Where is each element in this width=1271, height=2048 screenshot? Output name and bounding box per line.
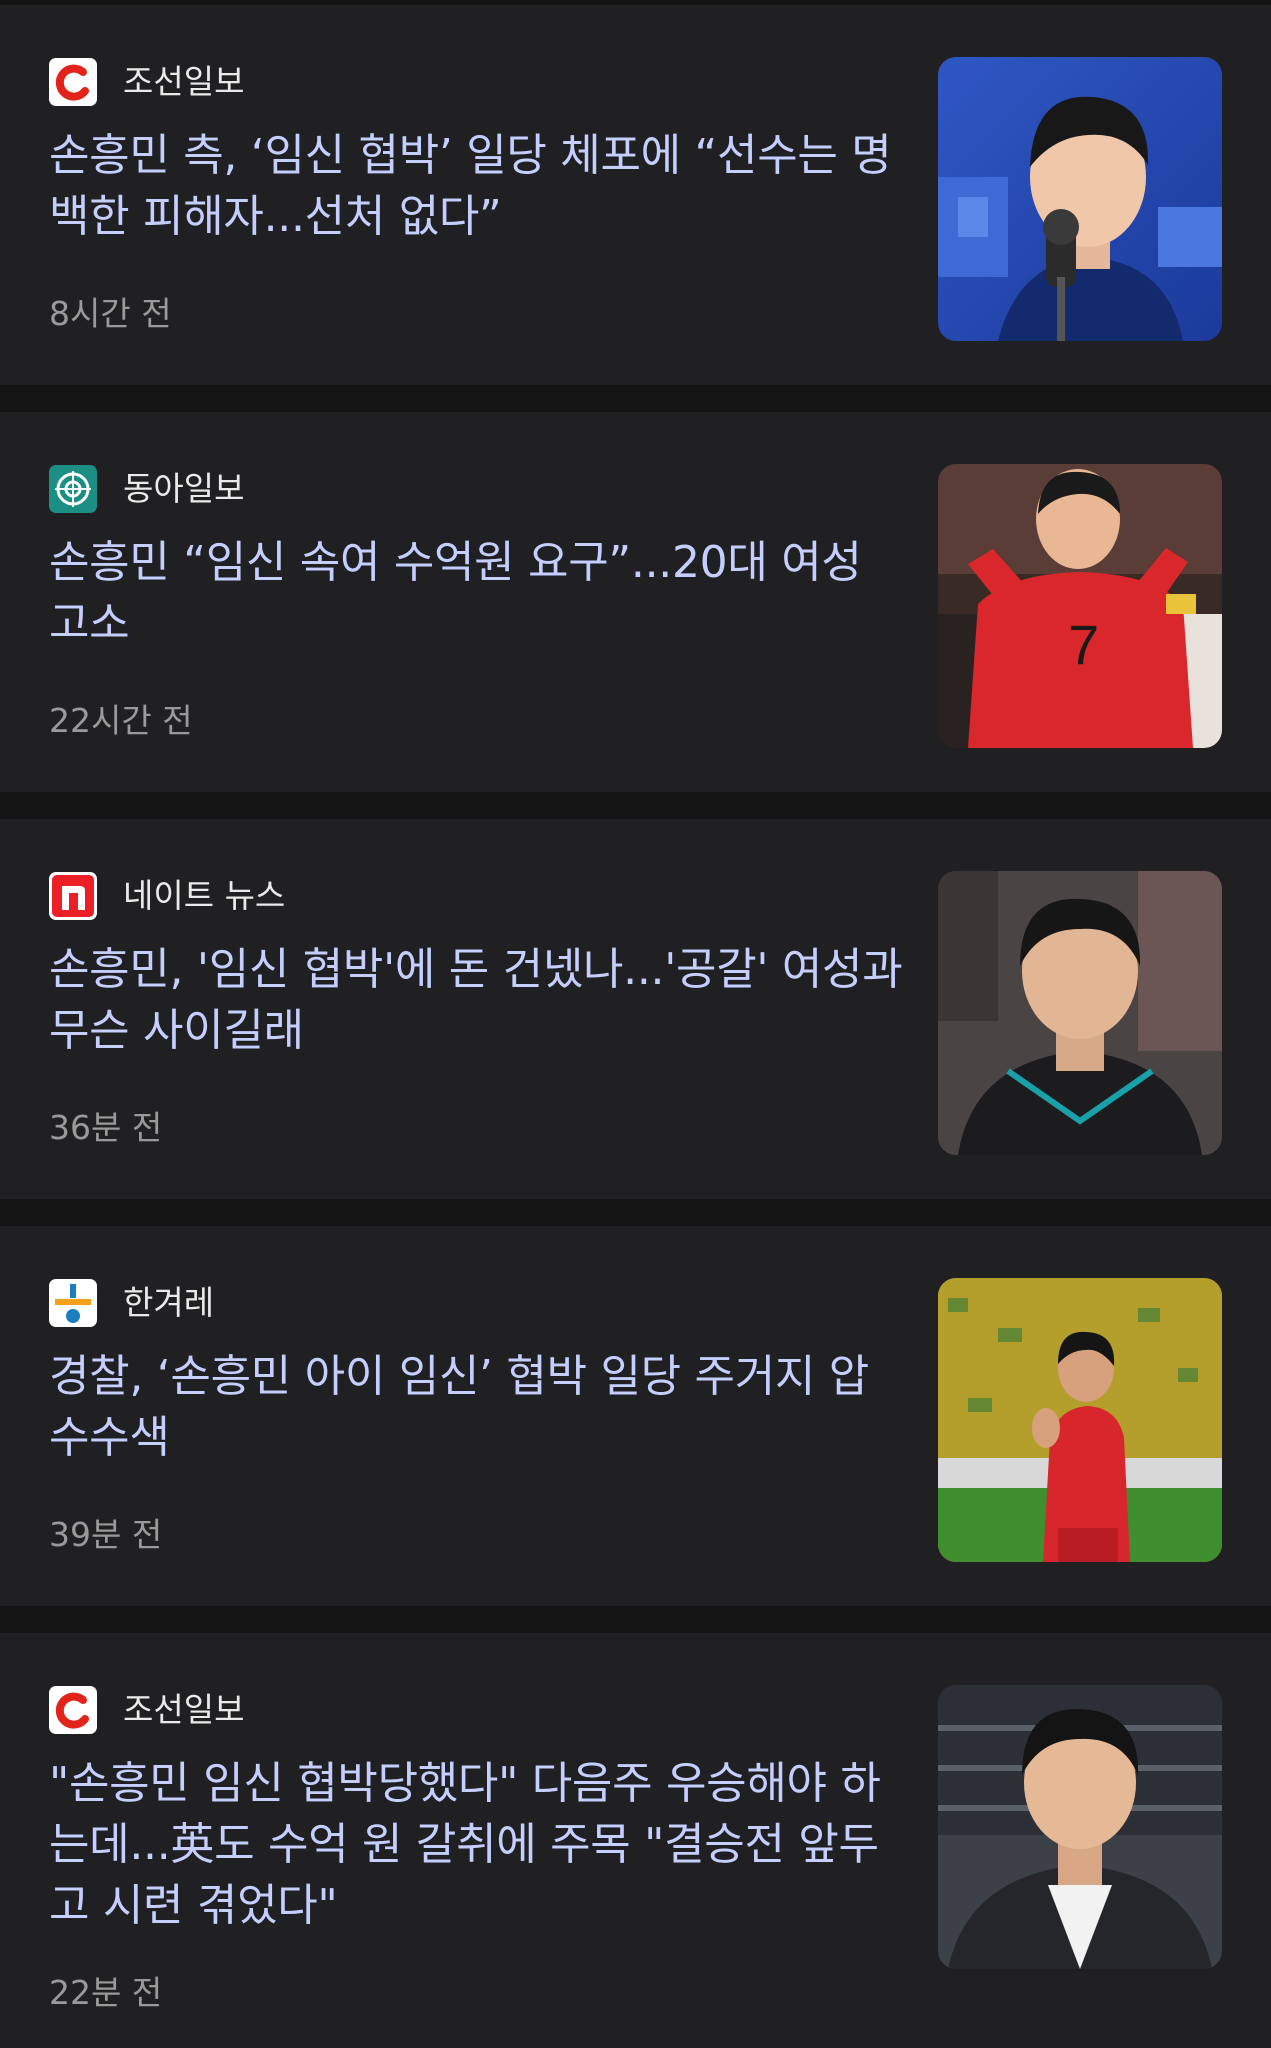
portrait-photo[interactable]: [938, 871, 1222, 1155]
published-time: 8시간 전: [49, 294, 172, 333]
headline[interactable]: 손흥민 “임신 속여 수억원 요구”...20대 여성 고소: [49, 532, 909, 654]
news-card[interactable]: 조선일보 "손흥민 임신 협박당했다" 다음주 우승해야 하는데...英도 수억…: [0, 1633, 1271, 2048]
news-card[interactable]: 동아일보 손흥민 “임신 속여 수억원 요구”...20대 여성 고소 22시간…: [0, 412, 1271, 792]
headline[interactable]: "손흥민 임신 협박당했다" 다음주 우승해야 하는데...英도 수억 원 갈취…: [49, 1753, 909, 1936]
news-source: 네이트 뉴스: [49, 871, 285, 921]
source-name: 조선일보: [123, 62, 245, 101]
red-jersey-photo[interactable]: 7: [938, 464, 1222, 748]
donga-logo-icon: [49, 465, 97, 513]
news-source: 동아일보: [49, 464, 244, 514]
news-source: 조선일보: [49, 1685, 244, 1735]
source-name: 동아일보: [123, 469, 245, 508]
published-time: 39분 전: [49, 1515, 163, 1554]
chosun-logo-icon: [49, 1686, 97, 1734]
news-source: 한겨레: [49, 1278, 214, 1328]
headline[interactable]: 경찰, ‘손흥민 아이 임신’ 협박 일당 주거지 압수수색: [49, 1346, 909, 1468]
headline[interactable]: 손흥민 측, ‘임신 협박’ 일당 체포에 “선수는 명백한 피해자...선처 …: [49, 125, 909, 247]
hani-logo-icon: [49, 1279, 97, 1327]
news-card[interactable]: 네이트 뉴스 손흥민, '임신 협박'에 돈 건넸나...'공갈' 여성과 무슨…: [0, 819, 1271, 1199]
headline[interactable]: 손흥민, '임신 협박'에 돈 건넸나...'공갈' 여성과 무슨 사이길래: [49, 939, 909, 1061]
stadium-applause-photo[interactable]: [938, 1278, 1222, 1562]
source-name: 네이트 뉴스: [123, 876, 286, 915]
svg-text:7: 7: [1068, 613, 1099, 676]
news-card[interactable]: 조선일보 손흥민 측, ‘임신 협박’ 일당 체포에 “선수는 명백한 피해자.…: [0, 5, 1271, 385]
published-time: 22시간 전: [49, 701, 193, 740]
source-name: 조선일보: [123, 1690, 245, 1729]
source-name: 한겨레: [123, 1283, 215, 1322]
stadium-portrait-photo[interactable]: [938, 1685, 1222, 1969]
news-source: 조선일보: [49, 57, 244, 107]
published-time: 36분 전: [49, 1108, 163, 1147]
nate-logo-icon: [49, 872, 97, 920]
published-time: 22분 전: [49, 1973, 163, 2012]
chosun-logo-icon: [49, 58, 97, 106]
press-conference-photo[interactable]: [938, 57, 1222, 341]
news-feed: 조선일보 손흥민 측, ‘임신 협박’ 일당 체포에 “선수는 명백한 피해자.…: [0, 0, 1271, 2048]
news-card[interactable]: 한겨레 경찰, ‘손흥민 아이 임신’ 협박 일당 주거지 압수수색 39분 전: [0, 1226, 1271, 1606]
